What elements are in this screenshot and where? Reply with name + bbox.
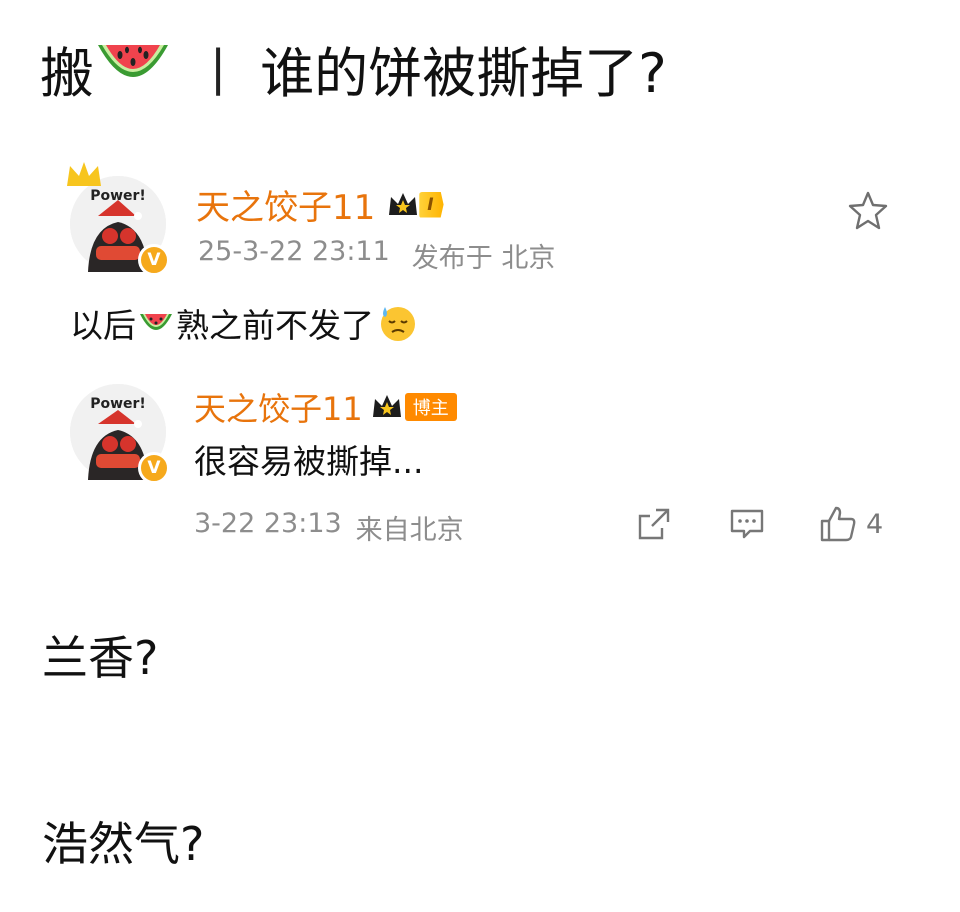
like-button[interactable]: 4 bbox=[818, 504, 883, 544]
like-count: 4 bbox=[866, 508, 884, 540]
reply-meta: 3-22 23:13 来自北京 bbox=[194, 508, 464, 547]
thumbs-up-icon bbox=[820, 506, 856, 542]
reply-header: 天之饺子11 博主 bbox=[194, 384, 457, 430]
reply-text: 很容易被撕掉... bbox=[194, 442, 424, 481]
comment-icon bbox=[730, 509, 764, 539]
reply-avatar[interactable]: Power! V bbox=[70, 384, 170, 484]
star-icon bbox=[848, 191, 888, 230]
sweat-emoji-icon bbox=[381, 307, 415, 341]
crown-icon bbox=[67, 162, 101, 186]
share-button[interactable] bbox=[636, 506, 672, 542]
section-text-2: 浩然气? bbox=[42, 817, 205, 871]
reply-date: 3-22 23:13 bbox=[194, 508, 342, 539]
verified-badge: V bbox=[138, 244, 170, 276]
avatar-label: Power! bbox=[90, 396, 146, 412]
comment-header: 天之饺子11 I bbox=[196, 180, 444, 229]
blogger-label: 博主 bbox=[404, 393, 457, 421]
watermelon-icon bbox=[140, 314, 172, 330]
comment-avatar[interactable]: Power! V bbox=[67, 162, 170, 276]
avatar-label: Power! bbox=[90, 188, 146, 204]
watermelon-icon bbox=[94, 31, 172, 106]
comment-date: 25-3-22 23:11 bbox=[198, 236, 390, 267]
comment-meta: 25-3-22 23:11 发布于 北京 bbox=[198, 236, 555, 275]
crown-icon bbox=[372, 395, 401, 417]
reply-username[interactable]: 天之饺子11 bbox=[194, 384, 363, 430]
crown-icon bbox=[389, 192, 418, 215]
blogger-badge: 博主 bbox=[371, 393, 457, 421]
title-prefix: 搬 bbox=[40, 41, 94, 105]
comment-location: 发布于 北京 bbox=[411, 243, 556, 274]
favorite-star-button[interactable] bbox=[847, 190, 889, 236]
verified-badge: V bbox=[138, 452, 170, 484]
title-text: 谁的饼被撕掉了? bbox=[260, 41, 667, 105]
post-title: 搬 | 谁的饼被撕掉了? bbox=[40, 28, 667, 108]
reply-location: 来自北京 bbox=[355, 515, 464, 546]
comment-button[interactable] bbox=[728, 506, 766, 542]
comment-text-after: 熟之前不发了 bbox=[176, 306, 374, 345]
comment-text: 以后 熟之前不发了 bbox=[70, 300, 418, 346]
title-separator: | bbox=[210, 40, 227, 96]
share-icon bbox=[638, 508, 670, 540]
rank-badge: I bbox=[387, 191, 444, 219]
rank-level: I bbox=[419, 191, 444, 218]
comment-text-before: 以后 bbox=[70, 306, 136, 345]
comment-username[interactable]: 天之饺子11 bbox=[196, 180, 375, 229]
section-text-1: 兰香? bbox=[42, 631, 159, 685]
